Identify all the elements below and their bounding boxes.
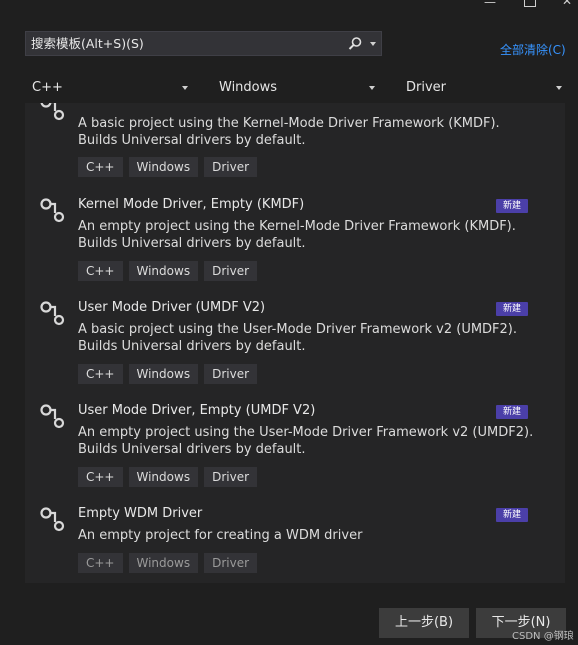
tag: Windows [128,553,199,573]
project-template-icon [40,301,65,326]
tag: Windows [128,261,199,281]
template-tags: C++ Windows Driver [78,364,263,384]
clear-all-link[interactable]: 全部清除(C) [500,41,566,58]
search-box[interactable] [25,31,382,56]
template-description: A basic project using the User-Mode Driv… [78,322,518,354]
maximize-button[interactable] [524,0,536,7]
template-list[interactable]: A basic project using the Kernel-Mode Dr… [25,103,565,583]
project-template-icon [40,404,65,429]
project-template-icon [40,103,65,121]
template-description: A basic project using the Kernel-Mode Dr… [78,116,500,148]
template-tags: C++ Windows Driver [78,261,263,281]
language-filter[interactable]: C++ [32,76,188,100]
tag: Driver [204,157,258,177]
tag: C++ [78,157,123,177]
back-button[interactable]: 上一步(B) [379,608,469,638]
chevron-down-icon [182,86,188,90]
template-tags: C++ Windows Driver [78,467,263,487]
language-filter-label: C++ [32,80,63,95]
chevron-down-icon [556,86,562,90]
new-badge: 新建 [496,405,528,419]
close-button[interactable]: ✕ [562,0,572,11]
tag: Driver [204,553,258,573]
template-title: User Mode Driver (UMDF V2) [78,300,266,315]
platform-filter-label: Windows [219,80,278,95]
chevron-down-icon[interactable] [370,42,376,46]
tag: Windows [128,467,199,487]
tag: Driver [204,364,258,384]
watermark: CSDN @钢琅 [512,631,574,642]
minimize-button[interactable]: — [484,0,496,12]
chevron-down-icon [369,86,375,90]
project-type-filter-label: Driver [406,80,447,95]
project-type-filter[interactable]: Driver [406,76,562,100]
tag: Windows [128,364,199,384]
search-icon[interactable] [347,36,363,52]
tag: Driver [204,261,258,281]
tag: Driver [204,467,258,487]
template-title: User Mode Driver, Empty (UMDF V2) [78,403,316,418]
tag: C++ [78,553,123,573]
tag: Windows [128,157,199,177]
project-template-icon [40,198,65,223]
tag: C++ [78,467,123,487]
template-description: An empty project using the User-Mode Dri… [78,425,534,457]
new-badge: 新建 [496,199,528,213]
tag: C++ [78,261,123,281]
template-description: An empty project using the Kernel-Mode D… [78,219,516,251]
new-badge: 新建 [496,302,528,316]
platform-filter[interactable]: Windows [219,76,375,100]
template-title: Kernel Mode Driver, Empty (KMDF) [78,197,305,212]
template-title: Empty WDM Driver [78,506,203,521]
project-template-icon [40,507,65,532]
template-tags: C++ Windows Driver [78,553,263,573]
tag: C++ [78,364,123,384]
new-badge: 新建 [496,508,528,522]
template-description: An empty project for creating a WDM driv… [78,528,363,543]
search-input[interactable] [26,32,341,55]
template-tags: C++ Windows Driver [78,157,263,177]
